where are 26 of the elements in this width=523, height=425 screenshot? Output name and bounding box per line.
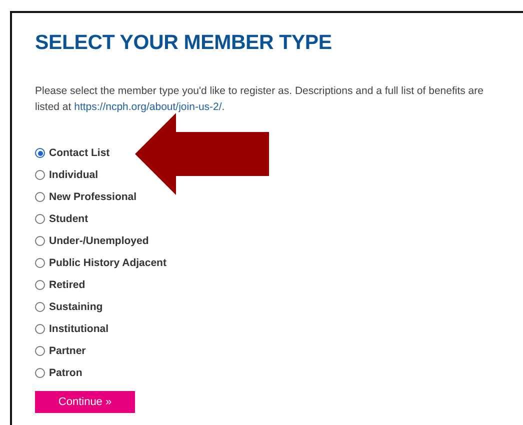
member-type-option[interactable]: Student bbox=[35, 211, 88, 227]
radio-button[interactable] bbox=[35, 170, 45, 180]
member-type-option[interactable]: Public History Adjacent bbox=[35, 255, 166, 271]
radio-button[interactable] bbox=[35, 346, 45, 356]
member-type-option[interactable]: Institutional bbox=[35, 321, 108, 337]
member-type-option[interactable]: Individual bbox=[35, 167, 98, 183]
radio-button[interactable] bbox=[35, 280, 45, 290]
radio-button[interactable] bbox=[35, 148, 45, 158]
page-title: SELECT YOUR MEMBER TYPE bbox=[35, 31, 333, 55]
member-type-option[interactable]: New Professional bbox=[35, 189, 137, 205]
member-type-option[interactable]: Under-/Unemployed bbox=[35, 233, 149, 249]
join-link[interactable]: https://ncph.org/about/join-us-2/ bbox=[74, 101, 222, 113]
radio-button[interactable] bbox=[35, 214, 45, 224]
radio-button[interactable] bbox=[35, 192, 45, 202]
member-type-option[interactable]: Patron bbox=[35, 365, 82, 381]
continue-button[interactable]: Continue » bbox=[35, 391, 135, 413]
member-type-option[interactable]: Contact List bbox=[35, 145, 110, 161]
intro-text: Please select the member type you'd like to register as. Descriptions and a full list of benefits are listed at https://ncph.org/about/join-us-2/. bbox=[35, 84, 484, 115]
member-type-option[interactable]: Partner bbox=[35, 343, 86, 359]
radio-button[interactable] bbox=[35, 324, 45, 334]
member-type-option[interactable]: Retired bbox=[35, 277, 86, 293]
radio-button[interactable] bbox=[35, 258, 45, 268]
radio-button[interactable] bbox=[35, 368, 45, 378]
radio-button[interactable] bbox=[35, 302, 45, 312]
radio-button[interactable] bbox=[35, 236, 45, 246]
member-type-option[interactable]: Sustaining bbox=[35, 299, 103, 315]
